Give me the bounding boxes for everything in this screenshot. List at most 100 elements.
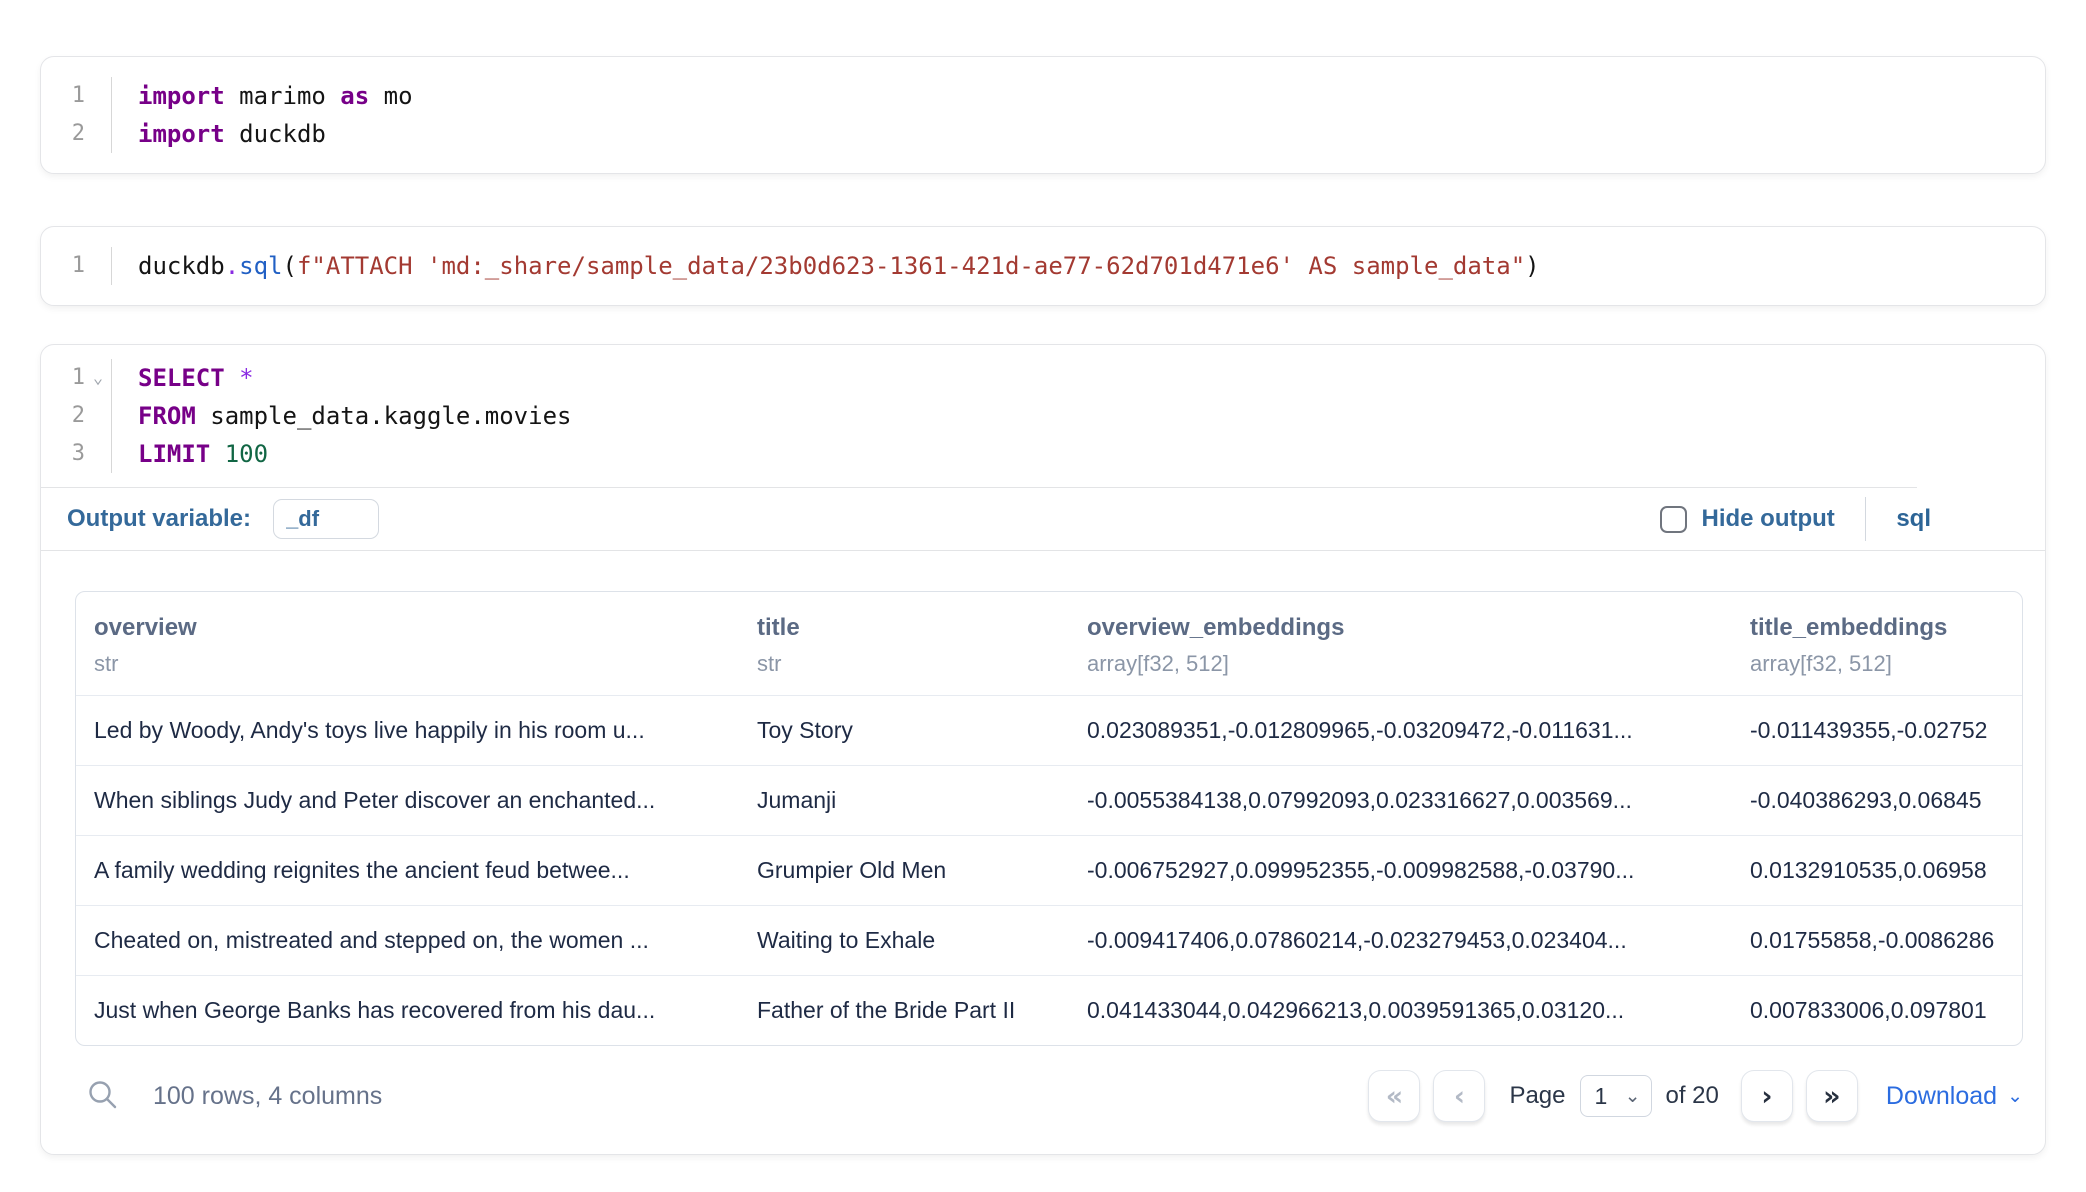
language-label-sql[interactable]: sql — [1896, 505, 1931, 533]
code-line: 2 FROM sample_data.kaggle.movies — [41, 397, 2045, 435]
table-cell: -0.040386293,0.06845 — [1732, 766, 2022, 835]
line-number: 1 — [41, 247, 85, 285]
cell-output-controls: Hide output sql — [1660, 497, 2046, 541]
fold-chevron-icon[interactable]: ⌄ — [85, 359, 111, 397]
cell-attach: 1 duckdb.sql(f"ATTACH 'md:_share/sample_d… — [40, 226, 2046, 306]
download-menu-button[interactable]: Download ⌄ — [1886, 1082, 2023, 1111]
previous-page-button[interactable]: ‹ — [1433, 1070, 1485, 1122]
line-number: 3 — [41, 435, 85, 473]
code-text: duckdb.sql(f"ATTACH 'md:_share/sample_da… — [111, 247, 2045, 285]
row-count-summary: 100 rows, 4 columns — [153, 1082, 382, 1111]
table-cell: -0.006752927,0.099952355,-0.009982588,-0… — [1069, 836, 1732, 905]
code-token: sample_data.kaggle.movies — [196, 402, 572, 430]
chevron-down-icon: ⌄ — [2007, 1087, 2023, 1106]
table-cell: A family wedding reignites the ancient f… — [76, 836, 739, 905]
marimo-notebook: 1 import marimo as mo 2 import duckdb 1 duck… — [0, 0, 2086, 1155]
table-cell: Waiting to Exhale — [739, 906, 1069, 975]
table-cell: Jumanji — [739, 766, 1069, 835]
first-page-button[interactable]: « — [1368, 1070, 1420, 1122]
code-editor-imports[interactable]: 1 import marimo as mo 2 import duckdb — [41, 57, 2045, 173]
table-row: Led by Woody, Andy's toys live happily i… — [76, 696, 2022, 766]
code-token: marimo — [225, 82, 341, 110]
column-header[interactable]: overview_embeddings array[f32, 512] — [1069, 592, 1732, 695]
code-token: 100 — [225, 440, 268, 468]
table-cell: 0.023089351,-0.012809965,-0.03209472,-0.… — [1069, 696, 1732, 765]
output-variable-row: Output variable: Hide output sql — [41, 488, 2045, 550]
column-type: str — [94, 651, 739, 677]
code-text: FROM sample_data.kaggle.movies — [111, 397, 2045, 435]
table-footer: 100 rows, 4 columns « ‹ Page 1 ⌄ of 20 ›… — [75, 1068, 2023, 1124]
pagination: « ‹ Page 1 ⌄ of 20 › » Download ⌄ — [1368, 1070, 2023, 1122]
code-token: sql — [239, 252, 282, 280]
column-name: title — [757, 614, 1069, 642]
column-header[interactable]: title_embeddingsarray[f32, 512] — [1732, 592, 2022, 695]
table-row: A family wedding reignites the ancient f… — [76, 836, 2022, 906]
column-type: array[f32, 512] — [1750, 651, 2022, 677]
table-row: Cheated on, mistreated and stepped on, t… — [76, 906, 2022, 976]
code-token: as — [340, 82, 369, 110]
code-token: . — [225, 252, 239, 280]
download-label: Download — [1886, 1082, 1997, 1111]
code-line: 1⌄SELECT * — [41, 359, 2045, 397]
code-token: duckdb — [138, 252, 225, 280]
cell-output: overview str title str overview_embeddingsar… — [41, 551, 2045, 1124]
table-cell: Father of the Bride Part II — [739, 976, 1069, 1045]
output-variable-label: Output variable: — [67, 505, 251, 533]
code-line: 2 import duckdb — [41, 115, 2045, 153]
hide-output-checkbox[interactable] — [1660, 506, 1687, 533]
code-line: 3 LIMIT 100 — [41, 435, 2045, 473]
code-token — [210, 440, 224, 468]
divider — [1865, 497, 1867, 541]
code-line: 1 import marimo as mo — [41, 77, 2045, 115]
table-cell: -0.0055384138,0.07992093,0.023316627,0.0… — [1069, 766, 1732, 835]
column-header[interactable]: title str — [739, 592, 1069, 695]
output-variable-input[interactable] — [273, 499, 379, 539]
page-select[interactable]: 1 ⌄ — [1580, 1075, 1652, 1117]
code-line: 1 duckdb.sql(f"ATTACH 'md:_share/sample_d… — [41, 247, 2045, 285]
code-token: ( — [283, 252, 297, 280]
page-total-label: of 20 — [1666, 1082, 1719, 1110]
last-page-button[interactable]: » — [1806, 1070, 1858, 1122]
code-editor-attach[interactable]: 1 duckdb.sql(f"ATTACH 'md:_share/sample_d… — [41, 227, 2045, 305]
cell-imports: 1 import marimo as mo 2 import duckdb — [40, 56, 2046, 174]
table-cell: Toy Story — [739, 696, 1069, 765]
table-row: When siblings Judy and Peter discover an… — [76, 766, 2022, 836]
line-number: 2 — [41, 115, 85, 153]
code-editor-query[interactable]: 1⌄SELECT *2FROM sample_data.kaggle.movie… — [41, 345, 2045, 487]
table-row: Just when George Banks has recovered fro… — [76, 976, 2022, 1045]
code-text: import duckdb — [111, 115, 2045, 153]
result-table: overview str title str overview_embeddingsar… — [75, 591, 2023, 1046]
code-token: FROM — [138, 402, 196, 430]
table-cell: 0.0132910535,0.06958 — [1732, 836, 2022, 905]
table-cell: Grumpier Old Men — [739, 836, 1069, 905]
column-type: str — [757, 651, 1069, 677]
code-token: LIMIT — [138, 440, 210, 468]
code-text: SELECT * — [111, 359, 2045, 397]
code-text: LIMIT 100 — [111, 435, 2045, 473]
table-cell: Led by Woody, Andy's toys live happily i… — [76, 696, 739, 765]
column-name: overview_embeddings — [1087, 614, 1732, 642]
page-label: Page — [1509, 1082, 1565, 1110]
line-number: 1 — [41, 359, 85, 397]
table-body: Led by Woody, Andy's toys live happily i… — [76, 696, 2022, 1045]
line-number: 2 — [41, 397, 85, 435]
search-icon[interactable] — [83, 1076, 123, 1116]
next-page-button[interactable]: › — [1741, 1070, 1793, 1122]
table-cell: 0.007833006,0.097801 — [1732, 976, 2022, 1045]
code-text: import marimo as mo — [111, 77, 2045, 115]
column-header[interactable]: overview str — [76, 592, 739, 695]
code-token: * — [239, 364, 253, 392]
table-cell: Just when George Banks has recovered fro… — [76, 976, 739, 1045]
chevron-down-icon: ⌄ — [1625, 1087, 1641, 1106]
line-number: 1 — [41, 77, 85, 115]
table-cell: When siblings Judy and Peter discover an… — [76, 766, 739, 835]
code-token: ) — [1525, 252, 1539, 280]
code-token: import — [138, 120, 225, 148]
code-token: SELECT — [138, 364, 225, 392]
table-cell: 0.01755858,-0.0086286 — [1732, 906, 2022, 975]
table-cell: 0.041433044,0.042966213,0.0039591365,0.0… — [1069, 976, 1732, 1045]
column-name: overview — [94, 614, 739, 642]
code-token: mo — [369, 82, 412, 110]
column-type: array[f32, 512] — [1087, 651, 1732, 677]
table-cell: Cheated on, mistreated and stepped on, t… — [76, 906, 739, 975]
